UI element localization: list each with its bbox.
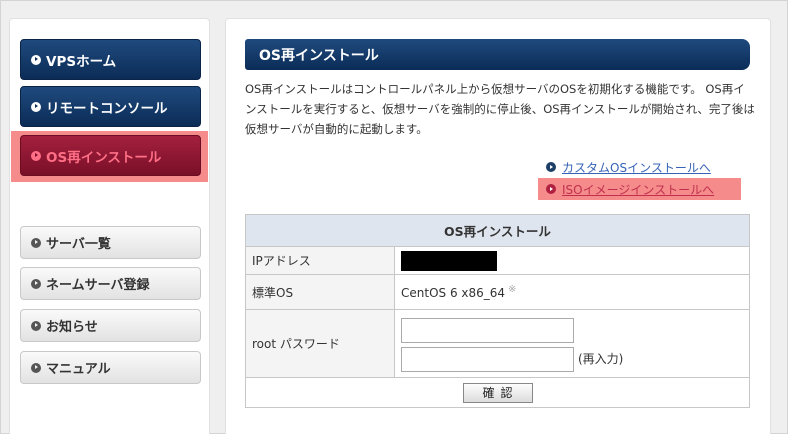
nav-label: リモートコンソール <box>46 100 168 117</box>
custom-os-install-link[interactable]: カスタムOSインストールへ <box>546 156 761 178</box>
arrow-bullet-icon <box>31 362 41 373</box>
password-cell: (再入力) <box>394 309 750 378</box>
button-cell: 確認 <box>245 377 750 408</box>
confirm-button[interactable]: 確認 <box>462 382 533 403</box>
nav-label: VPSホーム <box>46 53 117 70</box>
nav-news-button[interactable]: お知らせ <box>20 309 201 342</box>
nav-label: ネームサーバ登録 <box>46 278 150 293</box>
arrow-bullet-icon <box>31 101 41 112</box>
os-value: CentOS 6 x86_64 <box>401 286 506 300</box>
arrow-bullet-icon <box>31 54 41 65</box>
page-title: OS再インストール <box>245 39 750 70</box>
nav-label: サーバ一覧 <box>46 237 111 252</box>
nav-label: お知らせ <box>46 320 98 335</box>
redacted-ip <box>401 250 497 271</box>
arrow-bullet-icon <box>31 150 41 161</box>
ip-value <box>394 246 750 275</box>
os-note: ※ <box>508 284 517 295</box>
os-label: 標準OS <box>245 274 395 310</box>
arrow-bullet-icon <box>31 320 41 331</box>
arrow-bullet-icon <box>31 237 41 248</box>
form-caption: OS再インストール <box>245 214 750 247</box>
arrow-bullet-icon <box>31 278 41 289</box>
nav-server-list-button[interactable]: サーバ一覧 <box>20 226 201 259</box>
sidebar: VPSホーム リモートコンソール OS再インストール サーバ一覧 ネームサーバ登… <box>9 18 210 434</box>
ip-label: IPアドレス <box>245 246 395 275</box>
password-input[interactable] <box>401 317 574 343</box>
install-links: カスタムOSインストールへ ISOイメージインストールへ <box>538 156 761 200</box>
arrow-bullet-icon <box>546 184 556 194</box>
nav-label: マニュアル <box>46 362 111 377</box>
reenter-label: (再入力) <box>578 351 624 366</box>
nav-remote-console-button[interactable]: リモートコンソール <box>20 86 201 127</box>
nav-nameserver-button[interactable]: ネームサーバ登録 <box>20 267 201 300</box>
reinstall-form: OS再インストール IPアドレス 標準OS CentOS 6 x86_64 ※ r… <box>245 214 750 408</box>
iso-image-install-link[interactable]: ISOイメージインストールへ <box>538 178 741 200</box>
password-confirm-input[interactable] <box>401 346 574 372</box>
arrow-bullet-icon <box>546 162 556 172</box>
description-text: OS再インストールはコントロールパネル上から仮想サーバのOSを初期化する機能です… <box>245 82 755 136</box>
main-panel: OS再インストール OS再インストールはコントロールパネル上から仮想サーバのOS… <box>225 18 771 434</box>
nav-vps-home-button[interactable]: VPSホーム <box>20 39 201 80</box>
os-cell: CentOS 6 x86_64 ※ <box>394 274 750 310</box>
link-label[interactable]: カスタムOSインストールへ <box>562 159 711 176</box>
nav-label: OS再インストール <box>46 149 162 166</box>
link-label[interactable]: ISOイメージインストールへ <box>562 181 714 198</box>
nav-manual-button[interactable]: マニュアル <box>20 351 201 384</box>
nav-os-reinstall-button[interactable]: OS再インストール <box>20 135 201 176</box>
password-label: root パスワード <box>245 309 395 378</box>
